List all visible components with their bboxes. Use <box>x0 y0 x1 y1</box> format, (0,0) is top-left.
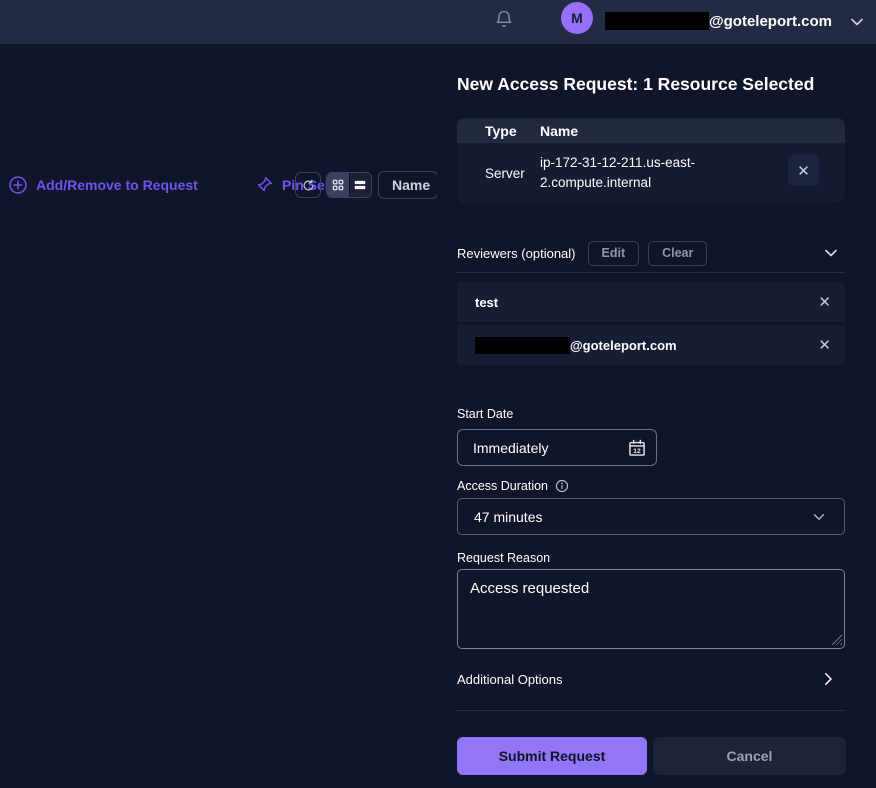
request-reason-wrap: Access requested <box>457 569 845 649</box>
start-date-label: Start Date <box>457 407 513 421</box>
circle-plus-icon <box>8 175 28 195</box>
request-reason-textarea[interactable]: Access requested <box>457 569 845 649</box>
reviewers-label: Reviewers (optional) <box>457 246 576 261</box>
resources-toolbar: Add/Remove to Request Pin Selected Name <box>0 168 437 202</box>
action-buttons: Submit Request Cancel <box>457 737 846 775</box>
divider <box>457 710 845 711</box>
new-access-request-panel: New Access Request: 1 Resource Selected … <box>437 44 876 788</box>
selected-resources-table: Type Name Server ip-172-31-12-211.us-eas… <box>457 118 845 203</box>
reviewers-header: Reviewers (optional) Edit Clear <box>457 240 845 266</box>
close-icon: ✕ <box>797 162 810 180</box>
redacted-username <box>605 12 709 30</box>
user-menu-chevron-down-icon[interactable] <box>847 12 867 32</box>
access-duration-label-row: Access Duration <box>457 479 569 493</box>
edit-reviewers-button[interactable]: Edit <box>588 241 640 266</box>
resource-type-cell: Server <box>457 166 540 181</box>
topbar: M @goteleport.com <box>0 0 876 44</box>
access-duration-select[interactable]: 47 minutes <box>457 498 845 535</box>
grid-view-icon <box>331 178 345 192</box>
submit-request-button[interactable]: Submit Request <box>457 737 647 775</box>
page-title: New Access Request: 1 Resource Selected <box>457 74 814 95</box>
add-remove-label: Add/Remove to Request <box>36 177 198 193</box>
list-view-icon <box>353 178 367 192</box>
request-reason-label: Request Reason <box>457 551 550 565</box>
table-header-row: Type Name <box>457 118 845 143</box>
notifications-bell-icon[interactable] <box>494 8 514 30</box>
pin-icon <box>255 175 274 194</box>
resource-name-cell: ip-172-31-12-211.us-east-2.compute.inter… <box>540 153 698 193</box>
calendar-icon[interactable]: 12 <box>627 438 647 458</box>
sort-by-name-button[interactable]: Name <box>378 171 438 199</box>
list-item: test ✕ <box>457 282 845 322</box>
refresh-button[interactable] <box>295 172 321 198</box>
chevron-down-icon <box>810 508 828 526</box>
refresh-icon <box>301 178 316 193</box>
info-icon[interactable] <box>555 479 569 493</box>
user-email[interactable]: @goteleport.com <box>605 9 832 33</box>
close-icon: ✕ <box>818 337 831 354</box>
add-remove-to-request-button[interactable]: Add/Remove to Request <box>8 175 198 195</box>
reviewer-list: test ✕ @goteleport.com ✕ <box>457 282 845 365</box>
cancel-button[interactable]: Cancel <box>653 737 846 775</box>
list-view-button[interactable] <box>349 173 371 197</box>
svg-text:12: 12 <box>633 448 641 455</box>
clear-reviewers-button[interactable]: Clear <box>648 241 707 266</box>
reviewers-collapse-chevron-down-icon[interactable] <box>821 243 841 263</box>
table-row: Server ip-172-31-12-211.us-east-2.comput… <box>457 143 845 203</box>
reviewer-name: test <box>475 295 498 310</box>
close-icon: ✕ <box>818 294 831 311</box>
access-duration-label: Access Duration <box>457 479 548 493</box>
divider <box>457 272 845 273</box>
redacted-username <box>475 337 570 354</box>
avatar[interactable]: M <box>561 2 593 34</box>
access-duration-value: 47 minutes <box>474 509 542 525</box>
column-header-name: Name <box>540 123 578 139</box>
chevron-right-icon <box>819 670 837 688</box>
remove-reviewer-button[interactable]: ✕ <box>818 293 831 311</box>
list-item: @goteleport.com ✕ <box>457 325 845 365</box>
reviewer-name: @goteleport.com <box>570 338 677 353</box>
email-domain: @goteleport.com <box>709 13 832 30</box>
remove-reviewer-button[interactable]: ✕ <box>818 336 831 354</box>
column-header-type: Type <box>457 123 540 139</box>
additional-options-label: Additional Options <box>457 672 563 687</box>
remove-resource-button[interactable]: ✕ <box>788 155 819 186</box>
grid-view-button[interactable] <box>327 173 349 197</box>
view-mode-toggle <box>326 172 372 198</box>
additional-options-toggle[interactable]: Additional Options <box>457 670 845 688</box>
